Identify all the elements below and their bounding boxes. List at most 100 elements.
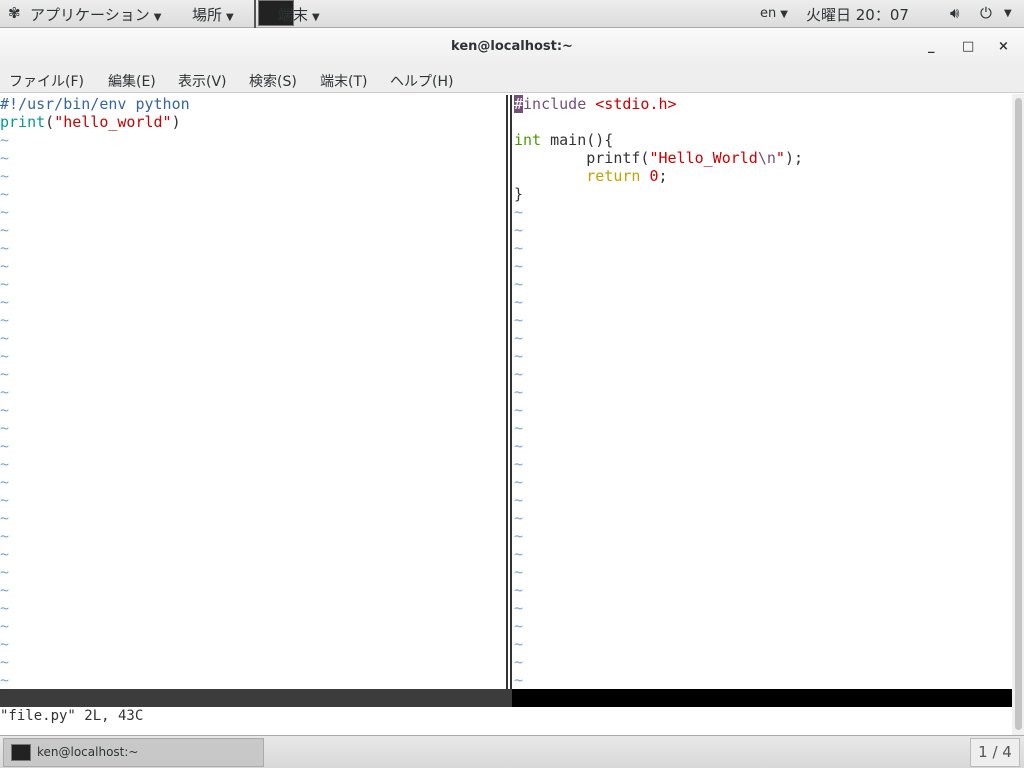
empty-line-tilde: ~ (514, 203, 524, 221)
empty-line-tilde: ~ (0, 221, 10, 239)
task-label: ken@localhost:~ (37, 745, 139, 759)
code-token: ) (171, 113, 181, 131)
code-line: #!/usr/bin/env python (0, 95, 506, 113)
chevron-down-icon: ▼ (153, 12, 162, 23)
chevron-down-icon: ▼ (312, 12, 320, 23)
gnome-foot-icon: ✾ (8, 4, 21, 22)
code-line: #include <stdio.h> (514, 95, 1012, 113)
empty-line-tilde: ~ (0, 599, 10, 617)
menu-edit[interactable]: 編集(E) (108, 71, 156, 91)
code-token: ); (784, 149, 803, 167)
scrollbar[interactable] (1012, 94, 1024, 735)
empty-line-tilde: ~ (514, 509, 524, 527)
empty-line-tilde: ~ (0, 185, 10, 203)
empty-line-tilde: ~ (514, 275, 524, 293)
code-token: "Hello_World (649, 149, 758, 167)
vertical-split-separator[interactable] (506, 95, 512, 707)
command-message: "file.py" 2L, 43C (0, 708, 144, 724)
empty-line-tilde: ~ (514, 311, 524, 329)
empty-line-tilde: ~ (0, 509, 10, 527)
empty-line-tilde: ~ (0, 617, 10, 635)
close-button[interactable]: × (998, 28, 1009, 65)
empty-line-tilde: ~ (514, 347, 524, 365)
code-line: return 0; (514, 167, 1012, 185)
menu-bar: ファイル(F) 編集(E) 表示(V) 検索(S) 端末(T) ヘルプ(H) (0, 65, 1024, 93)
empty-line-tilde: ~ (0, 347, 10, 365)
empty-line-tilde: ~ (0, 167, 10, 185)
empty-line-tilde: ~ (0, 239, 10, 257)
status-filename: hello_world.c (514, 708, 624, 724)
empty-line-tilde: ~ (0, 275, 10, 293)
empty-line-tilde: ~ (514, 383, 524, 401)
code-line: int main(){ (514, 131, 1012, 149)
language-label: en (760, 6, 777, 21)
vim-right-pane[interactable]: #include <stdio.h> int main(){ printf("He… (514, 95, 1012, 689)
places-label: 場所 (192, 6, 223, 24)
code-token: int (514, 131, 542, 149)
applications-menu[interactable]: アプリケーション ▼ (30, 4, 161, 25)
empty-line-tilde: ~ (0, 419, 10, 437)
empty-line-tilde: ~ (514, 671, 524, 689)
menu-search[interactable]: 検索(S) (249, 71, 297, 91)
empty-line-tilde: ~ (0, 635, 10, 653)
empty-line-tilde: ~ (0, 329, 10, 347)
volume-icon[interactable]: 🔊︎ (950, 4, 959, 22)
chevron-down-icon[interactable]: ▼ (1004, 8, 1012, 19)
empty-line-tilde: ~ (0, 401, 10, 419)
empty-line-tilde: ~ (514, 257, 524, 275)
code-token: ; (658, 167, 668, 185)
scrollbar-thumb[interactable] (1015, 98, 1022, 730)
terminal-app-menu[interactable]: 端末 ▼ (254, 0, 320, 28)
code-token: printf( (514, 149, 650, 167)
empty-line-tilde: ~ (514, 473, 524, 491)
language-selector[interactable]: en ▼ (760, 6, 788, 21)
power-icon[interactable]: ⏻ (980, 4, 992, 22)
status-line-left: file.py 1,1 全て (0, 689, 512, 760)
places-menu[interactable]: 場所 ▼ (192, 4, 234, 25)
empty-line-tilde: ~ (514, 635, 524, 653)
empty-line-tilde: ~ (514, 401, 524, 419)
empty-line-tilde: ~ (0, 293, 10, 311)
code-token: # (514, 95, 524, 113)
clock[interactable]: 火曜日 20：07 (806, 4, 909, 25)
code-token: <stdio.h> (595, 95, 677, 113)
empty-line-tilde: ~ (514, 653, 524, 671)
window-title: ken@localhost:~ (451, 39, 573, 54)
code-token: print (0, 113, 46, 131)
menu-file[interactable]: ファイル(F) (9, 71, 84, 91)
empty-line-tilde: ~ (0, 365, 10, 383)
workspace-switcher[interactable]: 1 / 4 (970, 738, 1020, 767)
menu-help[interactable]: ヘルプ(H) (390, 71, 453, 91)
empty-line-tilde: ~ (514, 221, 524, 239)
empty-line-tilde: ~ (514, 239, 524, 257)
menu-terminal[interactable]: 端末(T) (320, 71, 367, 91)
code-token: include (523, 95, 596, 113)
minimize-button[interactable]: _ (928, 28, 935, 65)
menu-view[interactable]: 表示(V) (178, 71, 227, 91)
code-line: printf("Hello_World\n"); (514, 149, 1012, 167)
terminal-area[interactable]: #!/usr/bin/env python print("hello_world"… (0, 94, 1012, 760)
empty-line-tilde: ~ (0, 581, 10, 599)
maximize-button[interactable]: □ (962, 28, 974, 65)
chevron-down-icon: ▼ (226, 12, 234, 23)
code-token: } (514, 185, 524, 203)
code-line: print("hello_world") (0, 113, 506, 131)
empty-line-tilde: ~ (0, 131, 10, 149)
empty-line-tilde: ~ (514, 329, 524, 347)
empty-line-tilde: ~ (514, 455, 524, 473)
empty-line-tilde: ~ (514, 581, 524, 599)
taskbar-window-button[interactable]: ken@localhost:~ (3, 738, 264, 767)
empty-line-tilde: ~ (514, 527, 524, 545)
applications-label: アプリケーション (30, 6, 150, 24)
empty-line-tilde: ~ (0, 257, 10, 275)
code-token: main(){ (541, 131, 614, 149)
empty-line-tilde: ~ (514, 599, 524, 617)
code-token: "hello_world" (54, 113, 172, 131)
empty-line-tilde: ~ (0, 383, 10, 401)
code-line: } (514, 185, 1012, 203)
empty-line-tilde: ~ (514, 563, 524, 581)
vim-left-pane[interactable]: #!/usr/bin/env python print("hello_world"… (0, 95, 506, 689)
empty-line-tilde: ~ (0, 671, 10, 689)
window-titlebar: ken@localhost:~ _ □ × (0, 28, 1024, 65)
code-token: #!/usr/bin/env python (0, 95, 190, 113)
